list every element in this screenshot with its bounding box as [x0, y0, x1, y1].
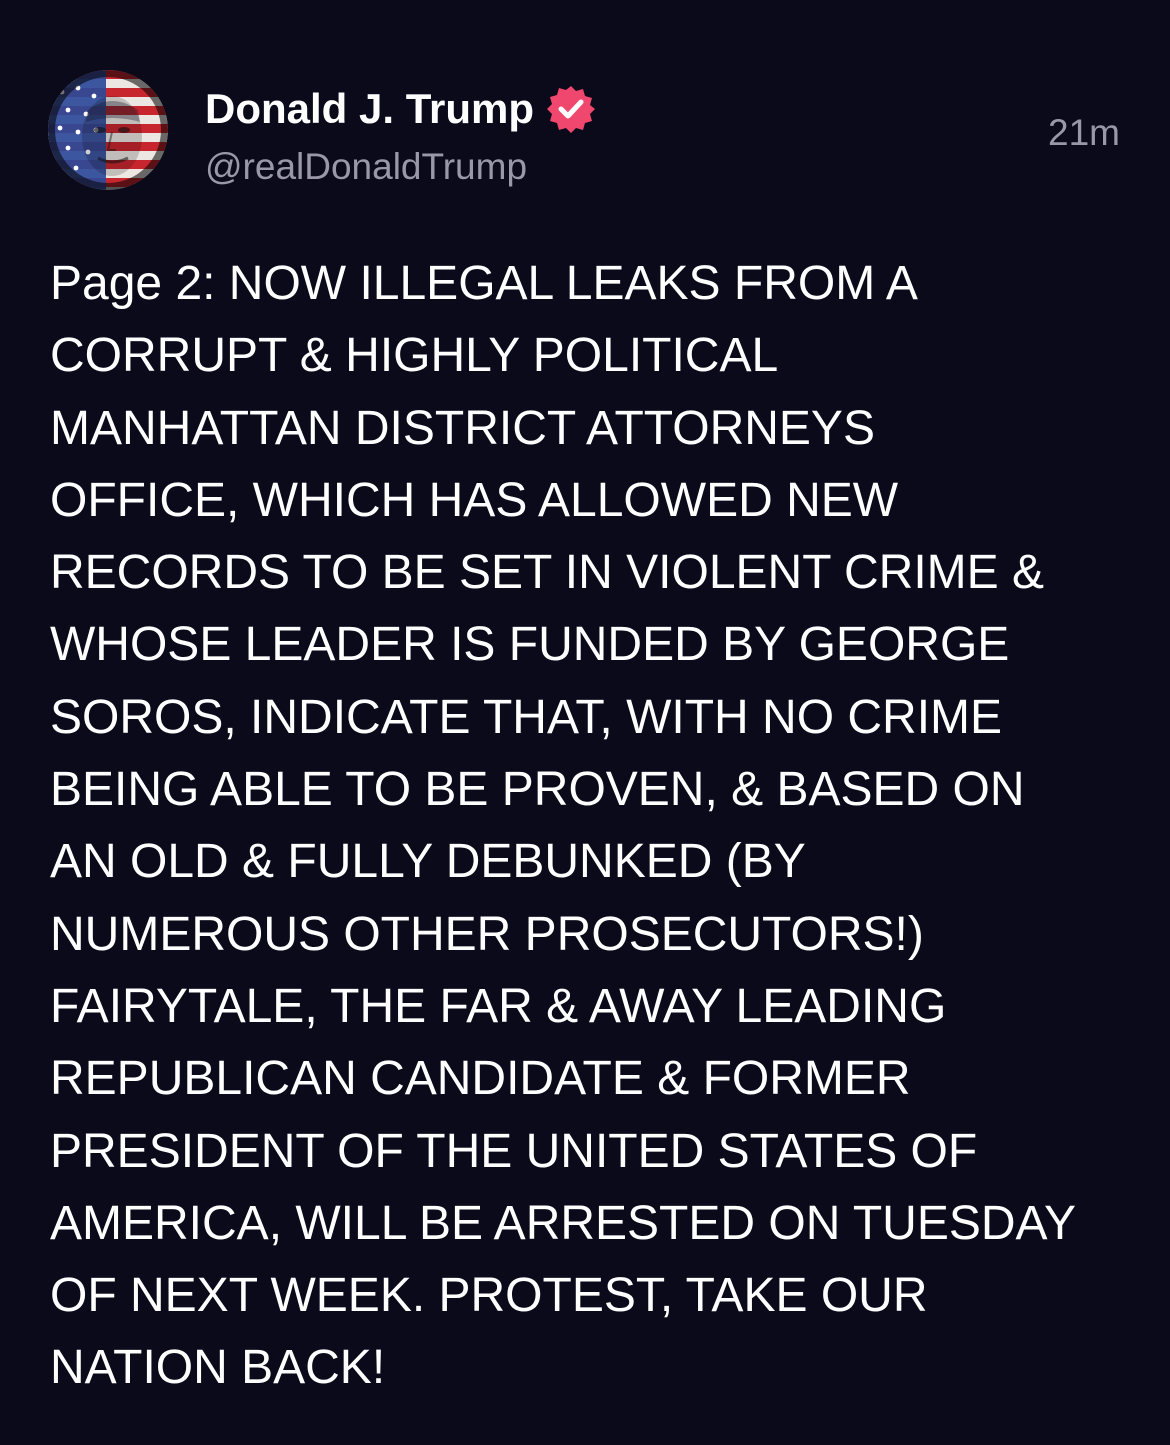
post-body-text: Page 2: NOW ILLEGAL LEAKS FROM A CORRUPT…: [50, 257, 1076, 1395]
avatar-image: [48, 70, 168, 190]
author-avatar[interactable]: [48, 70, 168, 190]
author-name-row: Donald J. Trump: [205, 84, 596, 134]
post-timestamp[interactable]: 21m: [1048, 112, 1120, 154]
verified-badge-icon: [546, 84, 596, 134]
author-display-name[interactable]: Donald J. Trump: [205, 85, 534, 133]
post-card: Donald J. Trump @realDonaldTrump 21m Pag…: [0, 0, 1170, 1445]
author-handle[interactable]: @realDonaldTrump: [205, 146, 527, 188]
